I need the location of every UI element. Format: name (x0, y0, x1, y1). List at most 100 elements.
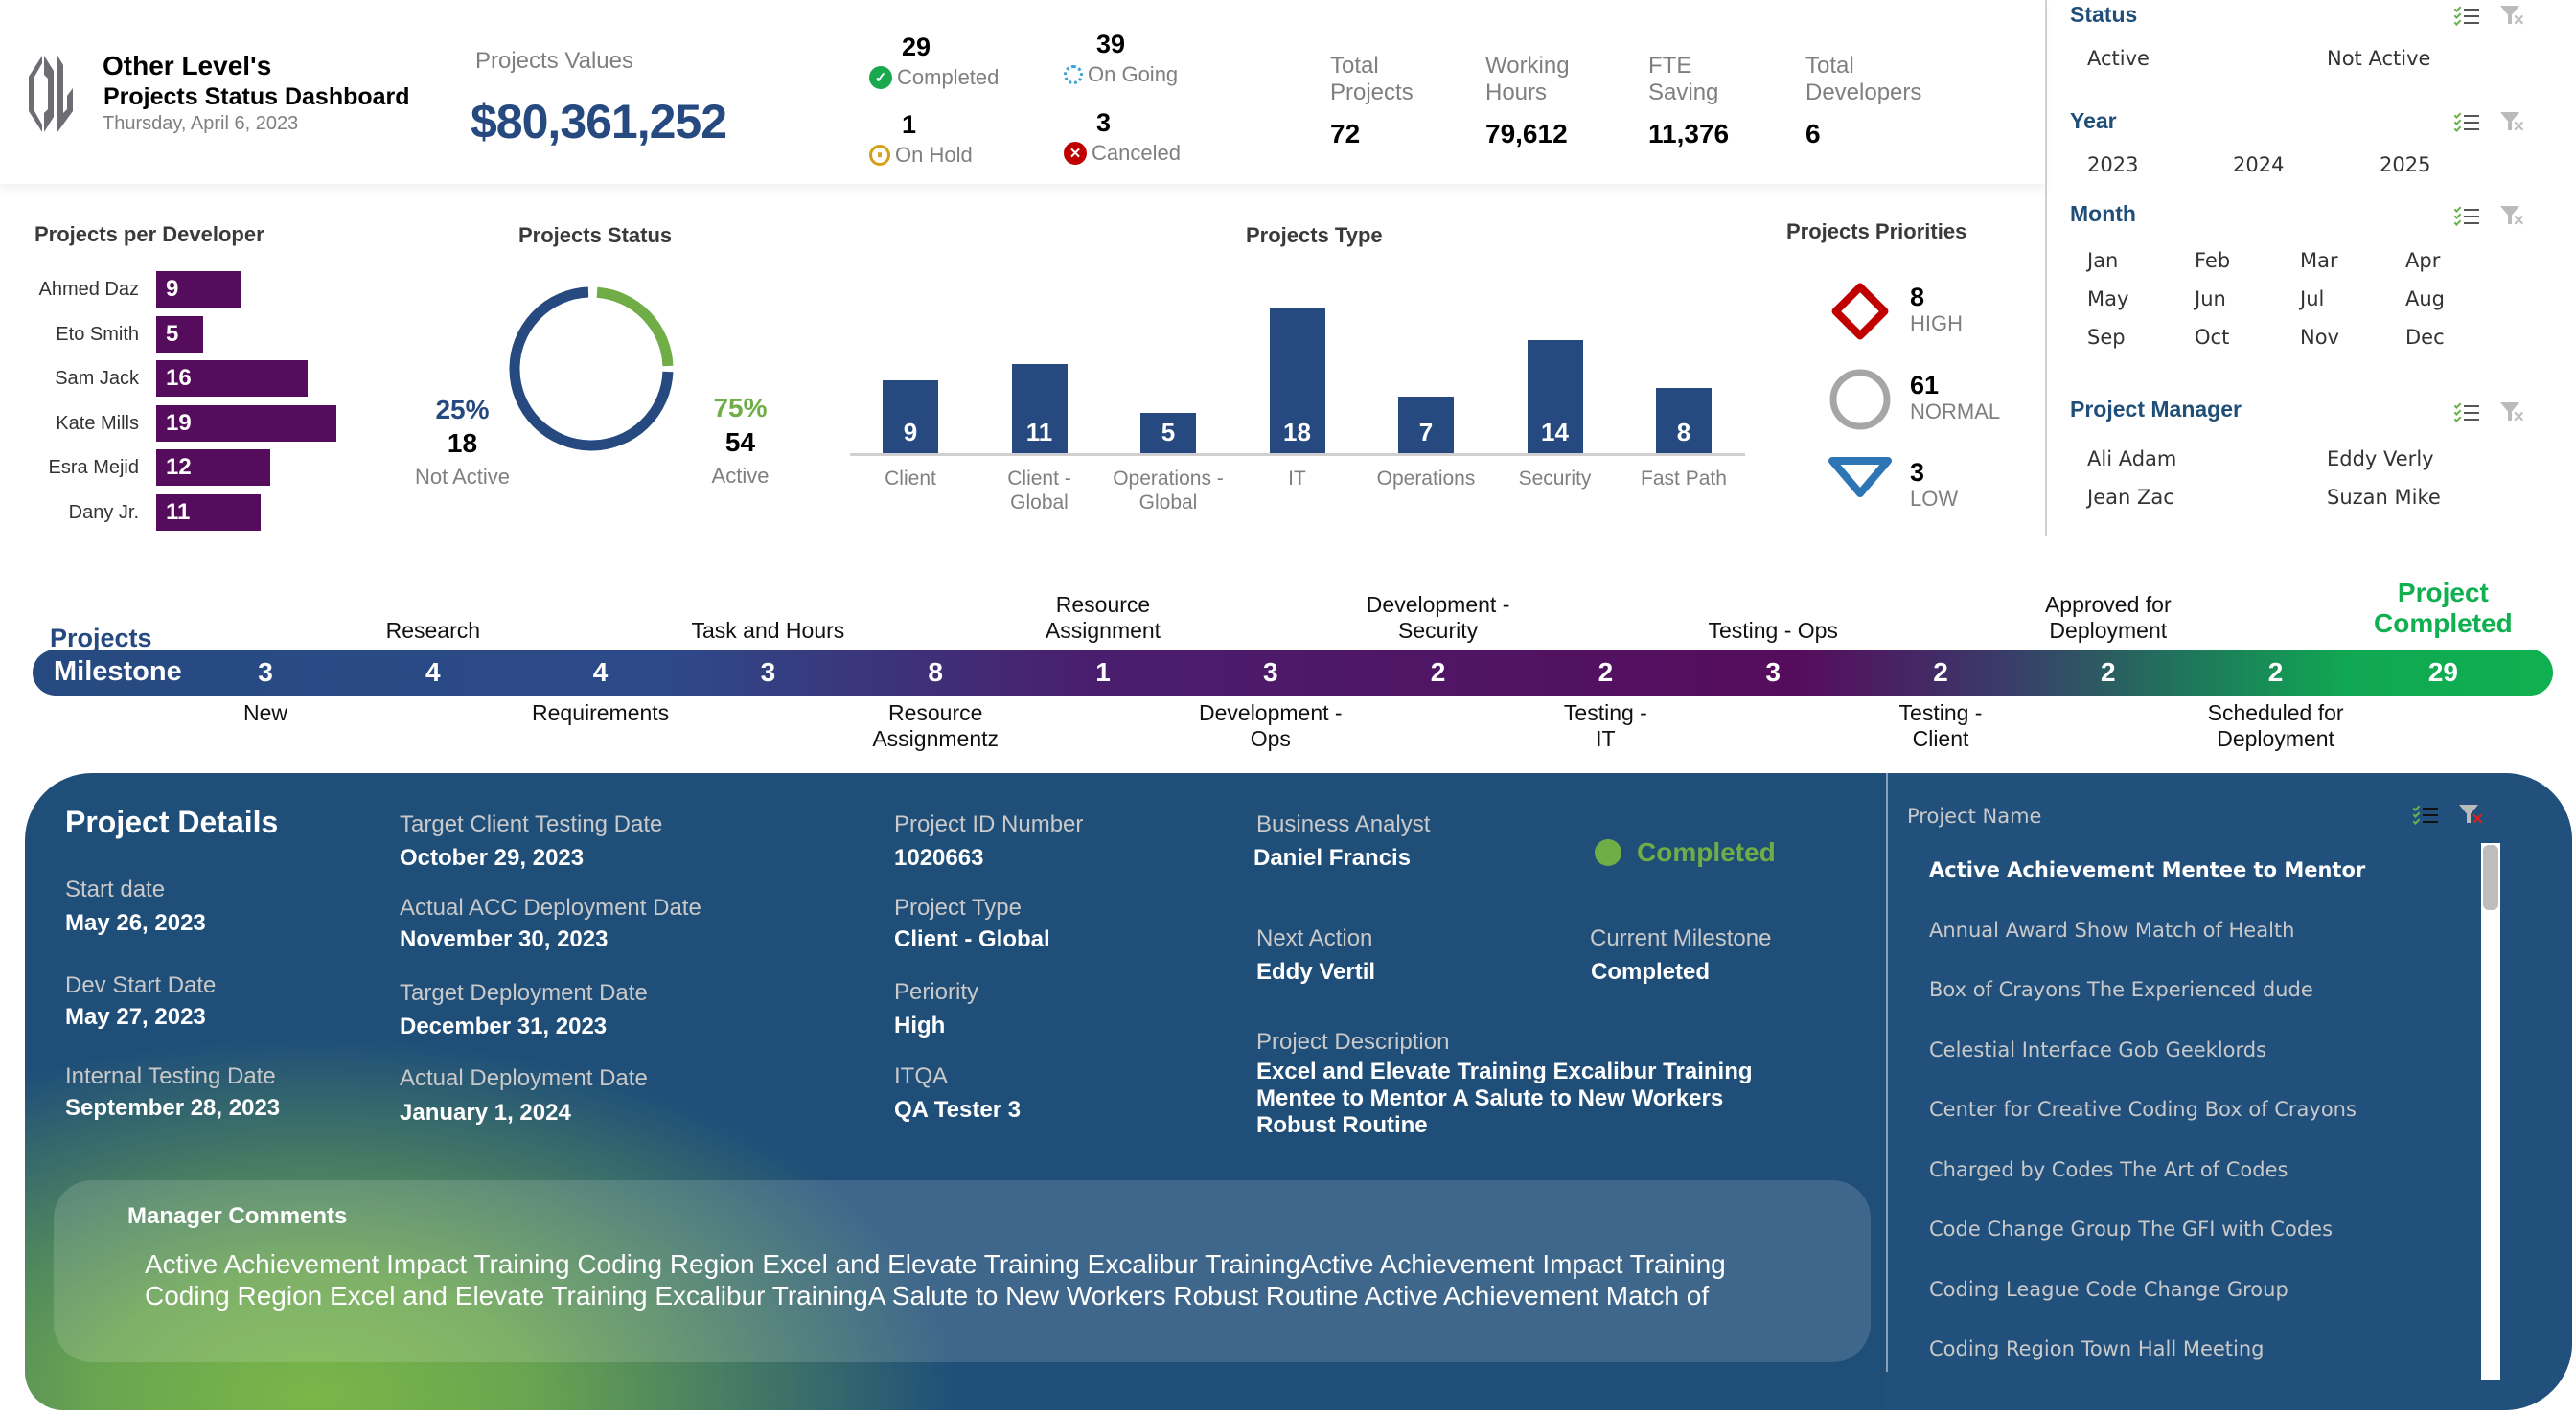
status-text: Completed (1637, 837, 1776, 867)
milestone-label-line: Deployment (2049, 618, 2168, 643)
project-name-item[interactable]: Annual Award Show Match of Health (1929, 919, 2294, 942)
multi-select-icon[interactable] (2453, 401, 2479, 422)
month-filter-title: Month (2070, 201, 2136, 226)
milestone-label-line: Testing - (1898, 700, 1983, 725)
multi-select-icon[interactable] (2453, 205, 2479, 226)
manager-filter-option[interactable]: Suzan Mike (2327, 486, 2441, 509)
year-filter-option[interactable]: 2024 (2233, 153, 2284, 176)
month-filter-option[interactable]: Sep (2087, 326, 2126, 349)
manager-filter-option[interactable]: Ali Adam (2087, 447, 2176, 470)
project-type-label-line: Fast Path (1641, 468, 1727, 490)
project-list-scrollbar[interactable] (2481, 843, 2500, 1380)
month-filter-option[interactable]: Apr (2405, 249, 2440, 272)
month-filter-option[interactable]: Aug (2405, 287, 2445, 310)
donut-slice-active (596, 286, 674, 367)
clear-filter-icon[interactable]: ✕ (2500, 4, 2525, 29)
dev-start-date-value: May 27, 2023 (65, 1004, 206, 1030)
status-count-label: On Hold (895, 143, 973, 167)
project-type-label: Fast Path (1608, 467, 1760, 490)
not-active-percent: 25% (435, 395, 490, 424)
project-name-item[interactable]: Center for Creative Coding Box of Crayon… (1929, 1098, 2357, 1121)
clear-filter-icon[interactable]: ✕ (2500, 204, 2525, 229)
multi-select-icon[interactable] (2453, 111, 2479, 132)
manager-filter-option[interactable]: Jean Zac (2087, 486, 2174, 509)
project-name-item[interactable]: Celestial Interface Gob Geeklords (1929, 1038, 2266, 1061)
project-name-item[interactable]: Charged by Codes The Art of Codes (1929, 1158, 2288, 1181)
developer-bar: 12 (156, 449, 270, 486)
milestone-count: 4 (592, 657, 609, 687)
project-name-item[interactable]: Code Change Group The GFI with Codes (1929, 1218, 2333, 1241)
filter-panel-divider (2045, 0, 2047, 536)
milestone-label-line: Resource (887, 700, 983, 725)
month-filter-option[interactable]: Jan (2087, 249, 2118, 272)
project-status-badge: Completed (1595, 837, 1776, 868)
kpi-label-line2: Projects (1330, 80, 1414, 105)
month-filter-option[interactable]: Feb (2195, 249, 2230, 272)
clear-filter-icon[interactable]: ✕ (2500, 400, 2525, 425)
month-filter-option[interactable]: Mar (2300, 249, 2338, 272)
year-slicer-controls: ✕ (2453, 110, 2525, 135)
milestone-label-line: Deployment (2217, 726, 2334, 751)
dev-start-date-label: Dev Start Date (65, 972, 217, 998)
check-circle-icon: ✓ (869, 66, 892, 89)
clear-filter-icon[interactable]: ✕ (2459, 803, 2484, 828)
developer-bar: 11 (156, 493, 261, 531)
status-filter-option[interactable]: Active (2087, 47, 2150, 70)
current-milestone-label: Current Milestone (1590, 925, 1772, 951)
kpi-label-line2: Saving (1648, 80, 1719, 105)
milestone-count: 8 (928, 657, 943, 687)
dashboard-title: Projects Status Dashboard (104, 83, 410, 110)
projects-values-label: Projects Values (475, 48, 633, 74)
project-name-item[interactable]: Coding Region Town Hall Meeting (1929, 1337, 2265, 1360)
project-name-item[interactable]: Active Achievement Mentee to Mentor (1929, 858, 2365, 881)
multi-select-icon[interactable] (2453, 5, 2479, 26)
status-slicer-controls: ✕ (2453, 4, 2525, 29)
developer-name: Ahmed Daz (38, 279, 140, 300)
triangle-down-icon (1827, 453, 1894, 506)
status-count-item: On Going (1064, 62, 1178, 87)
milestone-label: Testing - Client (1826, 700, 2056, 752)
month-filter-option[interactable]: May (2087, 287, 2128, 310)
projects-values-amount: $80,361,252 (471, 95, 727, 148)
project-name-item[interactable]: Coding League Code Change Group (1929, 1278, 2288, 1301)
clear-filter-icon[interactable]: ✕ (2500, 110, 2525, 135)
developer-name: Eto Smith (56, 323, 139, 345)
milestone-title-line1: Projects (50, 624, 152, 650)
milestone-label-line: Approved for (2044, 592, 2172, 617)
month-filter-option[interactable]: Jul (2300, 287, 2324, 310)
project-name-item[interactable]: Box of Crayons The Experienced dude (1929, 978, 2313, 1001)
x-circle-icon: ✕ (1064, 142, 1087, 165)
start-date-label: Start date (65, 877, 166, 902)
multi-select-icon[interactable] (2412, 804, 2438, 825)
project-type-bar: 8 (1656, 388, 1712, 453)
year-filter-option[interactable]: 2025 (2380, 153, 2430, 176)
manager-filter-option[interactable]: Eddy Verly (2327, 447, 2434, 470)
year-filter-title: Year (2070, 108, 2117, 133)
kpi-value: 72 (1330, 119, 1361, 148)
project-list-scroll-thumb[interactable] (2483, 845, 2498, 910)
year-filter-option[interactable]: 2023 (2087, 153, 2138, 176)
manager-comments-text: Active Achievement Impact Training Codin… (145, 1249, 1726, 1311)
milestone-label-line: Task and Hours (691, 618, 845, 643)
month-filter-option[interactable]: Dec (2405, 326, 2445, 349)
milestone-count: 1 (1095, 657, 1111, 687)
details-divider (1886, 773, 1888, 1372)
status-filter-option[interactable]: Not Active (2327, 47, 2430, 70)
milestone-label: Scheduled for Deployment (2161, 700, 2391, 752)
project-description-value: Excel and Elevate Training Excalibur Tra… (1256, 1059, 1753, 1138)
itqa-value: QA Tester 3 (894, 1097, 1022, 1123)
status-count-label: On Going (1088, 62, 1179, 86)
milestone-label: Task and Hours (653, 618, 883, 644)
milestone-count: 3 (258, 657, 273, 687)
project-type-label-line: Global (1138, 491, 1198, 513)
priority-count: 8 (1910, 283, 1925, 311)
month-filter-option[interactable]: Nov (2300, 326, 2339, 349)
projects-type-title: Projects Type (1246, 223, 1383, 247)
brand-title: Other Level's (103, 51, 272, 80)
milestone-label-line: Testing - Ops (1708, 618, 1838, 643)
month-filter-option[interactable]: Jun (2195, 287, 2226, 310)
month-filter-option[interactable]: Oct (2195, 326, 2229, 349)
target-client-testing-value: October 29, 2023 (400, 845, 585, 871)
project-id-value: 1020663 (894, 845, 984, 871)
developer-name: Esra Mejid (48, 457, 139, 478)
